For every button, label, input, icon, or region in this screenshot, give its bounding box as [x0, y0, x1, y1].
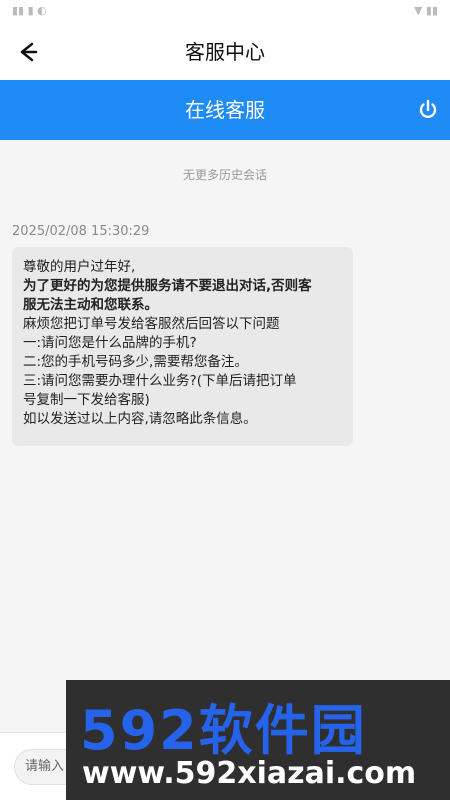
message-text: 尊敬的用户过年好, 为了更好的为您提供服务请不要退出对话,否则客 服无法主动和您… [23, 258, 343, 429]
message-line: 如以发送过以上内容,请忽略此条信息。 [23, 411, 257, 427]
service-title: 在线客服 [185, 98, 265, 122]
page-title: 客服中心 [185, 40, 265, 64]
top-bar: 客服中心 [0, 24, 450, 80]
watermark-url: www.592xiazai.com [82, 756, 417, 791]
status-right: ▼ ▮▮ [413, 4, 438, 17]
message-line-bold: 为了更好的为您提供服务请不要退出对话,否则客 [23, 278, 312, 294]
power-icon [419, 99, 437, 119]
watermark: 592软件园 www.592xiazai.com [66, 680, 450, 800]
no-history-label: 无更多历史会话 [182, 168, 267, 182]
power-button[interactable] [416, 98, 440, 122]
watermark-logo: 592软件园 [80, 699, 367, 762]
message-line: 号复制一下发给客服) [23, 392, 150, 408]
message-line: 二:您的手机号码多少,需要帮您备注。 [23, 354, 248, 370]
message-line-bold: 服无法主动和您联系。 [23, 297, 158, 313]
service-bar: 在线客服 [0, 80, 450, 140]
message-line: 三:请问您需要办理什么业务?(下单后请把订单 [23, 373, 297, 389]
message-timestamp: 2025/02/08 15:30:29 [12, 224, 150, 239]
message-bubble: 尊敬的用户过年好, 为了更好的为您提供服务请不要退出对话,否则客 服无法主动和您… [12, 247, 353, 446]
message-line: 麻烦您把订单号发给客服然后回答以下问题 [23, 316, 280, 332]
message-line: 尊敬的用户过年好, [23, 259, 136, 275]
status-bar: ▮▮ ▮ ◐ ▼ ▮▮ [0, 0, 450, 24]
message-line: 一:请问您是什么品牌的手机? [23, 335, 197, 351]
status-left: ▮▮ ▮ ◐ [12, 4, 47, 17]
